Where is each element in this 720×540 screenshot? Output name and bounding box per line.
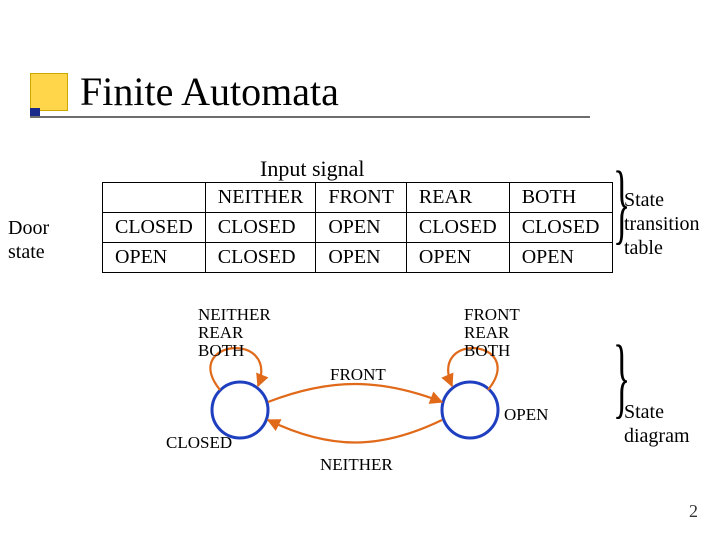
table-annotation-text: State transition table bbox=[624, 189, 700, 259]
col-header: BOTH bbox=[509, 183, 612, 213]
diagram-annotation-text: State diagram bbox=[624, 401, 690, 447]
cell: OPEN bbox=[316, 243, 407, 273]
slide: Finite Automata Input signal Door state … bbox=[0, 0, 720, 540]
title-underline bbox=[30, 116, 590, 118]
table-annotation: State transition table bbox=[624, 188, 720, 260]
rows-heading-line1: Door bbox=[8, 217, 49, 239]
row-header: OPEN bbox=[103, 243, 206, 273]
loop-closed-l3: BOTH bbox=[198, 341, 244, 360]
row-header: CLOSED bbox=[103, 213, 206, 243]
edge-neither-label: NEITHER bbox=[320, 455, 393, 474]
slide-number: 2 bbox=[689, 501, 698, 522]
rows-heading-line2: state bbox=[8, 241, 45, 263]
col-header: NEITHER bbox=[205, 183, 316, 213]
title-bar: Finite Automata bbox=[30, 68, 339, 115]
table-row: CLOSED CLOSED OPEN CLOSED CLOSED bbox=[103, 213, 613, 243]
state-open-label: OPEN bbox=[504, 405, 548, 424]
rows-heading: Door state bbox=[8, 216, 49, 264]
state-closed-circle bbox=[212, 382, 268, 438]
title-accent-box bbox=[30, 73, 68, 111]
loop-closed-l1: NEITHER bbox=[198, 305, 271, 324]
cell: OPEN bbox=[316, 213, 407, 243]
diagram-annotation: State diagram bbox=[624, 400, 720, 448]
cell: CLOSED bbox=[205, 243, 316, 273]
columns-heading: Input signal bbox=[260, 156, 365, 182]
loop-closed-l2: REAR bbox=[198, 323, 244, 342]
loop-open-l1: FRONT bbox=[464, 305, 520, 324]
edge-front-label: FRONT bbox=[330, 365, 386, 384]
loop-open-l3: BOTH bbox=[464, 341, 510, 360]
state-diagram: CLOSED OPEN NEITHER REAR BOTH FRONT REAR… bbox=[120, 300, 590, 485]
curly-brace-icon: } bbox=[613, 362, 630, 394]
loop-open-l2: REAR bbox=[464, 323, 510, 342]
table-corner-cell bbox=[103, 183, 206, 213]
cell: CLOSED bbox=[406, 213, 509, 243]
state-diagram-svg: CLOSED OPEN NEITHER REAR BOTH FRONT REAR… bbox=[120, 300, 590, 480]
edge-open-to-closed bbox=[268, 420, 442, 443]
brace-diagram: } bbox=[600, 362, 643, 394]
slide-title: Finite Automata bbox=[80, 68, 339, 115]
cell: CLOSED bbox=[205, 213, 316, 243]
cell: CLOSED bbox=[509, 213, 612, 243]
col-header: REAR bbox=[406, 183, 509, 213]
state-closed-label: CLOSED bbox=[166, 433, 232, 452]
col-header: FRONT bbox=[316, 183, 407, 213]
cell: OPEN bbox=[509, 243, 612, 273]
table-header-row: NEITHER FRONT REAR BOTH bbox=[103, 183, 613, 213]
cell: OPEN bbox=[406, 243, 509, 273]
state-open-circle bbox=[442, 382, 498, 438]
table-row: OPEN CLOSED OPEN OPEN OPEN bbox=[103, 243, 613, 273]
edge-closed-to-open bbox=[268, 384, 442, 402]
transition-table: NEITHER FRONT REAR BOTH CLOSED CLOSED OP… bbox=[102, 182, 613, 273]
